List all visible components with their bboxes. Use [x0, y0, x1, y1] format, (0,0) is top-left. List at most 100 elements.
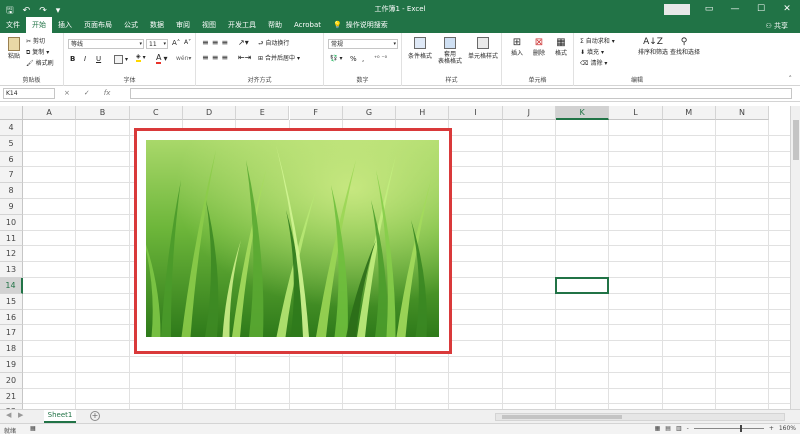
- tab-8[interactable]: 开发工具: [222, 17, 262, 33]
- column-header[interactable]: E: [236, 106, 290, 120]
- column-header[interactable]: A: [23, 106, 77, 120]
- tab-5[interactable]: 数据: [144, 17, 170, 33]
- column-header[interactable]: C: [129, 106, 183, 120]
- percent-button[interactable]: %: [350, 55, 357, 63]
- share-button[interactable]: ⚇ 共享: [765, 21, 788, 31]
- column-header[interactable]: M: [662, 106, 716, 120]
- orientation-button[interactable]: ↗▾: [238, 38, 249, 47]
- insert-function-button[interactable]: fx: [104, 89, 111, 97]
- wrap-text-button[interactable]: ⮐ 自动换行: [258, 38, 289, 49]
- cancel-formula-button[interactable]: ×: [64, 89, 70, 97]
- tab-9[interactable]: 帮助: [262, 17, 288, 33]
- sort-filter-button[interactable]: A↓Z 排序和筛选: [638, 37, 668, 56]
- close-icon[interactable]: ✕: [774, 4, 800, 14]
- insert-cells-button[interactable]: ⊞ 插入: [508, 37, 526, 57]
- horizontal-align-buttons[interactable]: ≡≡≡: [202, 53, 231, 62]
- format-cells-button[interactable]: ▦ 格式: [552, 37, 570, 57]
- zoom-slider-knob[interactable]: [739, 425, 742, 432]
- row-header[interactable]: 6: [0, 151, 23, 168]
- zoom-slider[interactable]: [693, 425, 764, 432]
- enter-formula-button[interactable]: ✓: [84, 89, 90, 97]
- tab-4[interactable]: 公式: [118, 17, 144, 33]
- row-header[interactable]: 5: [0, 135, 23, 152]
- add-sheet-button[interactable]: +: [90, 411, 100, 421]
- grass-photo[interactable]: [146, 140, 439, 337]
- minimize-icon[interactable]: —: [722, 4, 748, 14]
- horizontal-scroll-thumb[interactable]: [502, 415, 622, 419]
- row-header[interactable]: 15: [0, 293, 23, 310]
- row-header[interactable]: 19: [0, 357, 23, 373]
- tab-0[interactable]: 文件: [0, 17, 26, 33]
- underline-button[interactable]: U: [96, 55, 101, 63]
- column-header[interactable]: D: [182, 106, 237, 120]
- currency-button[interactable]: 💱 ▾: [330, 55, 343, 62]
- collapse-ribbon-icon[interactable]: ˄: [789, 75, 793, 83]
- select-all-corner[interactable]: [0, 106, 23, 120]
- maximize-icon[interactable]: ☐: [748, 4, 774, 14]
- row-header[interactable]: 10: [0, 214, 23, 231]
- find-select-button[interactable]: ⚲ 查找和选择: [670, 37, 700, 56]
- column-header[interactable]: N: [715, 106, 770, 120]
- tab-3[interactable]: 页面布局: [78, 17, 118, 33]
- row-header[interactable]: 8: [0, 183, 23, 199]
- format-painter-button[interactable]: 🖌 格式刷: [26, 58, 54, 67]
- tab-1[interactable]: 开始: [26, 17, 52, 33]
- row-header[interactable]: 13: [0, 262, 23, 278]
- indent-buttons[interactable]: ⇤⇥: [238, 53, 251, 62]
- row-header[interactable]: 17: [0, 325, 23, 342]
- zoom-level[interactable]: 160%: [779, 425, 796, 432]
- row-header[interactable]: 7: [0, 167, 23, 184]
- vertical-scrollbar[interactable]: [790, 106, 800, 409]
- column-header[interactable]: F: [289, 106, 343, 120]
- page-break-view-icon[interactable]: ▥: [676, 425, 682, 432]
- worksheet-grid[interactable]: A B C D E F G H I J K L M N 4 5 6 7 8 9 10 11 12 13 14 15 16 17 18 19…: [0, 106, 790, 409]
- row-header[interactable]: 12: [0, 246, 23, 263]
- format-as-table-button[interactable]: 套用 表格格式: [438, 37, 462, 65]
- zoom-in-button[interactable]: +: [769, 425, 774, 432]
- column-header[interactable]: J: [502, 106, 556, 120]
- account-avatar[interactable]: [664, 4, 690, 15]
- phonetic-button[interactable]: wén▾: [176, 55, 191, 62]
- row-header[interactable]: 11: [0, 230, 23, 247]
- zoom-out-button[interactable]: -: [687, 425, 689, 432]
- bold-button[interactable]: B: [70, 55, 75, 63]
- column-header[interactable]: H: [396, 106, 450, 120]
- tell-me-search[interactable]: 💡 操作说明搜索: [333, 20, 388, 30]
- row-header[interactable]: 14: [0, 278, 23, 294]
- row-header[interactable]: 9: [0, 199, 23, 215]
- row-header[interactable]: 18: [0, 341, 23, 357]
- merge-center-button[interactable]: ⊞ 合并后居中 ▾: [258, 53, 300, 62]
- conditional-format-button[interactable]: 条件格式: [406, 37, 434, 60]
- column-header[interactable]: L: [609, 106, 663, 120]
- active-cell[interactable]: [555, 277, 610, 294]
- row-header[interactable]: 4: [0, 120, 23, 136]
- name-box[interactable]: K14: [3, 88, 55, 99]
- grow-font-button[interactable]: A˄: [172, 39, 180, 47]
- borders-button[interactable]: ▾: [114, 55, 128, 64]
- sheet-tab[interactable]: Sheet1: [44, 410, 76, 423]
- paste-button[interactable]: 粘贴: [6, 37, 22, 60]
- font-color-button[interactable]: A ▾: [156, 53, 168, 64]
- decimal-buttons[interactable]: ⁺⁰ ⁻⁰: [374, 55, 387, 62]
- font-name-select[interactable]: 等线 ▾: [68, 39, 144, 49]
- copy-button[interactable]: ⧉ 复制 ▾: [26, 47, 49, 57]
- tab-2[interactable]: 插入: [52, 17, 78, 33]
- vertical-align-buttons[interactable]: ≡≡≡: [202, 38, 231, 47]
- number-format-select[interactable]: 常规 ▾: [328, 39, 398, 49]
- page-layout-view-icon[interactable]: ▤: [665, 425, 671, 432]
- column-header[interactable]: K: [556, 106, 610, 120]
- comma-button[interactable]: ,: [362, 55, 364, 63]
- fill-button[interactable]: ⬇ 填充 ▾: [580, 47, 604, 56]
- tab-7[interactable]: 视图: [196, 17, 222, 33]
- sheet-nav-next-icon[interactable]: ▶: [18, 411, 23, 419]
- row-header[interactable]: 20: [0, 372, 23, 389]
- ribbon-display-icon[interactable]: ▭: [696, 4, 722, 14]
- fill-color-button[interactable]: ◈ ▾: [136, 53, 146, 62]
- italic-button[interactable]: I: [84, 55, 86, 63]
- autosum-button[interactable]: Σ 自动求和 ▾: [580, 36, 615, 45]
- formula-input[interactable]: [130, 88, 792, 99]
- column-header[interactable]: I: [449, 106, 503, 120]
- delete-cells-button[interactable]: ⊠ 删除: [530, 37, 548, 57]
- row-header[interactable]: 16: [0, 309, 23, 326]
- clear-button[interactable]: ⌫ 清除 ▾: [580, 58, 607, 67]
